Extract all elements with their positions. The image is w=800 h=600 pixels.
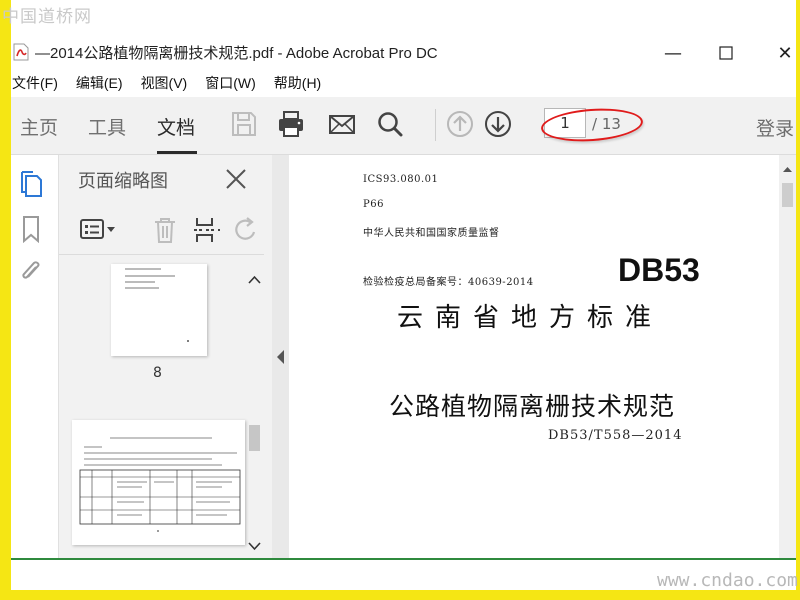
- doc-province-standard: 云南省地方标准: [397, 303, 664, 333]
- toolbar-separator: [435, 109, 436, 141]
- delete-icon[interactable]: [150, 216, 180, 244]
- menu-bar: 文件(F) 编辑(E) 视图(V) 窗口(W) 帮助(H): [11, 70, 796, 96]
- active-tab-indicator: [157, 151, 197, 154]
- thumbnail-page-label: 8: [153, 365, 162, 381]
- doc-standard-code: DB53/T558—2014: [548, 428, 683, 443]
- menu-view[interactable]: 视图(V): [141, 73, 188, 93]
- scroll-up-icon[interactable]: [247, 271, 262, 284]
- left-navigation-rail: [11, 155, 59, 558]
- previous-page-icon[interactable]: [445, 109, 475, 139]
- search-icon[interactable]: [375, 109, 405, 139]
- menu-file[interactable]: 文件(F): [12, 73, 58, 93]
- doc-p-code: P66: [363, 199, 384, 210]
- scroll-up-icon[interactable]: [779, 163, 796, 177]
- document-view[interactable]: ICS93.080.01 P66 中华人民共和国国家质量监督 检验检疫总局备案号…: [289, 155, 779, 558]
- panel-title: 页面缩略图: [78, 171, 168, 192]
- insert-page-icon[interactable]: [192, 216, 222, 244]
- watermark-top: 中国道桥网: [2, 7, 92, 27]
- page-thumbnails-panel: 页面缩略图 8: [59, 155, 272, 558]
- close-icon[interactable]: [224, 167, 248, 191]
- tab-document[interactable]: 文档: [157, 113, 195, 140]
- title-bar: —2014公路植物隔离栅技术规范.pdf - Adobe Acrobat Pro…: [11, 36, 796, 68]
- scroll-down-icon[interactable]: [247, 537, 262, 551]
- tab-tools[interactable]: 工具: [88, 113, 126, 140]
- next-page-icon[interactable]: [483, 109, 513, 139]
- minimize-button[interactable]: —: [662, 42, 684, 64]
- doc-ics: ICS93.080.01: [363, 174, 439, 185]
- thumbnail-options-icon[interactable]: [79, 216, 119, 244]
- save-icon[interactable]: [229, 109, 259, 139]
- doc-title: 公路植物隔离栅技术规范: [389, 392, 676, 421]
- window-title: —2014公路植物隔离栅技术规范.pdf - Adobe Acrobat Pro…: [35, 44, 438, 62]
- maximize-button[interactable]: [715, 42, 737, 64]
- collapse-left-icon[interactable]: [272, 155, 289, 558]
- scroll-thumb[interactable]: [782, 183, 793, 207]
- scroll-thumb[interactable]: [249, 425, 260, 451]
- tab-home[interactable]: 主页: [20, 113, 58, 140]
- menu-edit[interactable]: 编辑(E): [76, 73, 123, 93]
- page-thumbnail[interactable]: [72, 420, 245, 545]
- thumbnail-list: 8: [59, 259, 264, 558]
- menu-help[interactable]: 帮助(H): [274, 73, 321, 93]
- page-thumbnail[interactable]: [111, 264, 207, 356]
- rotate-icon[interactable]: [232, 216, 262, 244]
- login-button[interactable]: 登录: [756, 114, 794, 141]
- pages-icon[interactable]: [19, 170, 43, 197]
- panel-toolbar: [59, 205, 264, 255]
- document-scrollbar[interactable]: [779, 155, 796, 558]
- pdf-app-icon: [13, 43, 29, 61]
- toolbar: 主页 工具 文档 1 / 13 登录: [11, 97, 796, 155]
- menu-window[interactable]: 窗口(W): [205, 73, 256, 93]
- close-window-button[interactable]: ✕: [774, 42, 796, 64]
- thumbnail-scrollbar[interactable]: [245, 265, 264, 555]
- frame-footer: [0, 590, 800, 600]
- doc-authority: 中华人民共和国国家质量监督: [363, 228, 500, 239]
- doc-record-number: 检验检疫总局备案号：40639-2014: [363, 277, 534, 288]
- watermark-bottom: www.cndao.com: [657, 570, 798, 591]
- panel-collapse-strip[interactable]: [272, 155, 289, 558]
- email-icon[interactable]: [327, 109, 357, 139]
- print-icon[interactable]: [276, 109, 306, 139]
- attachment-icon[interactable]: [19, 258, 43, 284]
- doc-db-code: DB53: [618, 252, 700, 288]
- bookmark-icon[interactable]: [19, 215, 43, 244]
